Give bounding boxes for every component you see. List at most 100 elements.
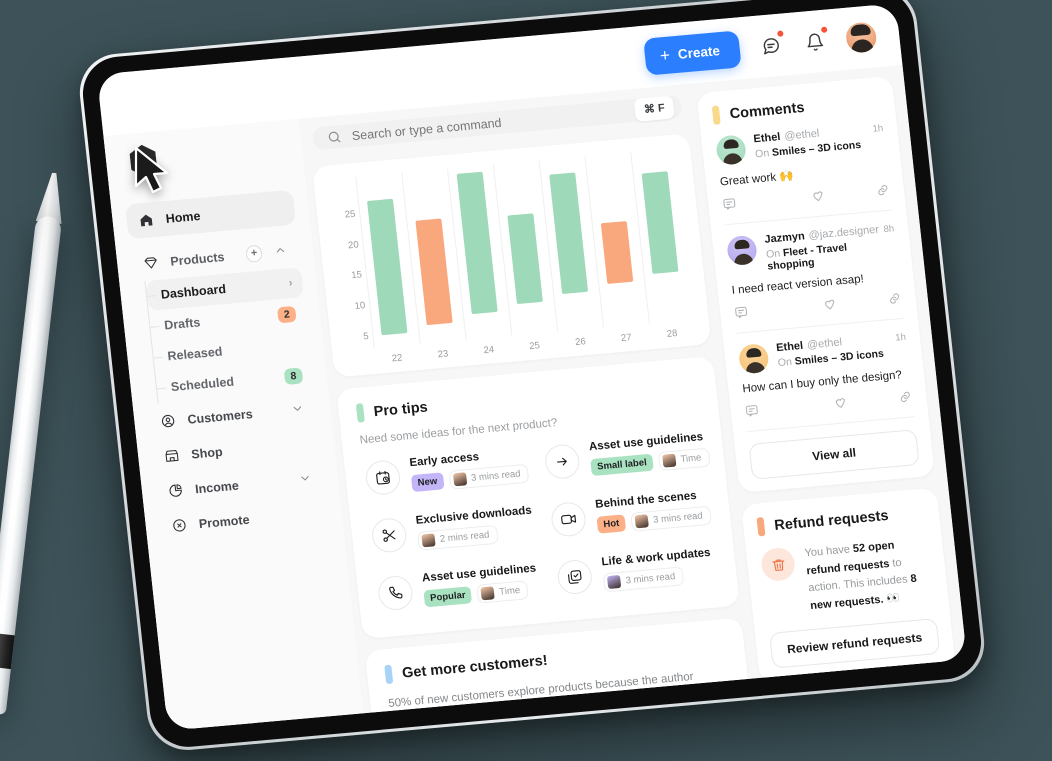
link-icon[interactable] [878, 389, 914, 411]
refund-title: Refund requests [773, 507, 890, 534]
comment-author-avatar[interactable] [726, 234, 759, 267]
pro-tip-meta: New 3 mins read [410, 463, 530, 493]
chart-y-tick: 5 [362, 330, 370, 343]
calendar-clock-icon [364, 459, 402, 497]
create-button[interactable]: + Create [643, 29, 742, 76]
comment-on-prefix: On [754, 146, 773, 161]
pro-tip-read-label: Time [679, 452, 702, 466]
promo-accent-bar [384, 664, 394, 685]
pro-tip-author-avatar [607, 574, 622, 590]
comment-item: Jazmyn @jaz.designer 8h On Fleet - Travel s… [724, 210, 904, 334]
pencil-band [0, 632, 15, 670]
chevron-up-icon[interactable] [272, 244, 288, 259]
pro-tip-item[interactable]: Early access New 3 mins read [361, 438, 532, 506]
plus-icon: + [658, 45, 671, 65]
sidebar-item-home-label: Home [164, 208, 202, 226]
chart-bar[interactable] [549, 172, 588, 295]
home-icon [137, 211, 156, 229]
sidebar-item-shop-label: Shop [190, 444, 224, 462]
target-icon [170, 516, 189, 534]
sidebar-item-released-label: Released [166, 344, 224, 364]
refund-summary: You have 52 open refund requests to acti… [759, 534, 935, 619]
pro-tip-item[interactable]: Asset use guidelines Small label Time [541, 422, 714, 491]
sidebar-item-scheduled-label: Scheduled [170, 374, 235, 395]
comment-author-name: Ethel [752, 131, 782, 146]
link-icon[interactable] [867, 291, 903, 313]
heart-icon[interactable] [790, 294, 869, 320]
chart-bar[interactable] [600, 220, 634, 284]
tablet-frame: + Create Home Products + Dashboard › Dra… [75, 0, 989, 754]
analytics-chart-card: 5 10 15 20 25 22 23 24 25 26 27 28 [311, 133, 712, 378]
chart-y-tick: 15 [350, 269, 363, 282]
chart-bar[interactable] [415, 218, 453, 325]
comment-author-name: Ethel [775, 339, 804, 355]
sidebar-item-dashboard-label: Dashboard [160, 281, 227, 302]
chart-x-label: 22 [391, 352, 404, 365]
reply-icon[interactable] [744, 399, 803, 423]
mouse-cursor [134, 146, 169, 194]
heart-icon[interactable] [801, 392, 880, 418]
reply-icon[interactable] [722, 192, 781, 216]
sidebar-item-customers-label: Customers [186, 406, 254, 427]
store-icon [162, 447, 181, 465]
sidebar-subnav: Dashboard › Drafts 2 Released Scheduled … [144, 267, 315, 405]
pro-tip-pill: New [410, 472, 445, 493]
sidebar-group-products-label: Products [169, 249, 226, 269]
comment-author-name: Jazmyn [763, 230, 806, 246]
pro-tip-read-time: 3 mins read [602, 566, 685, 593]
tablet-device: + Create Home Products + Dashboard › Dra… [75, 0, 989, 754]
comment-actions [722, 183, 891, 217]
drafts-count-badge: 2 [276, 305, 297, 324]
pro-tip-meta: Hot 3 mins read [596, 505, 712, 535]
comment-actions [744, 389, 913, 423]
stylus-pencil [0, 215, 62, 715]
pro-tip-item[interactable]: Behind the scenes Hot 3 mins read [547, 479, 720, 548]
refund-accent-bar [756, 516, 766, 537]
chart-y-tick: 20 [347, 239, 360, 251]
search-shortcut-key: ⌘ F [633, 95, 675, 122]
messages-icon[interactable] [756, 29, 785, 59]
view-all-comments-button[interactable]: View all [748, 429, 920, 480]
chevron-down-icon[interactable] [289, 402, 305, 417]
user-avatar[interactable] [843, 20, 879, 55]
heart-icon[interactable] [779, 186, 858, 212]
search-icon [326, 129, 343, 145]
pie-chart-icon [166, 481, 185, 499]
pro-tip-item[interactable]: Life & work updates 3 mins read [553, 537, 726, 606]
pro-tip-meta: 2 mins read [417, 521, 535, 551]
app-screen: + Create Home Products + Dashboard › Dra… [96, 3, 968, 731]
arrow-right-icon [543, 443, 582, 481]
pro-tips-title: Pro tips [372, 398, 429, 420]
phone-icon [376, 574, 415, 612]
chart-x-label: 28 [666, 327, 678, 340]
pro-tip-meta: Small label Time [590, 447, 711, 477]
messages-unread-dot [775, 29, 785, 38]
user-circle-icon [159, 412, 178, 430]
comment-author-avatar[interactable] [715, 134, 748, 166]
bell-icon[interactable] [800, 25, 829, 56]
pro-tip-pill: Small label [590, 453, 654, 477]
review-refund-requests-button[interactable]: Review refund requests [769, 618, 941, 670]
comments-list: Ethel @ethel 1h On Smiles – 3D icons Great w… [713, 109, 915, 433]
add-product-button[interactable]: + [245, 244, 263, 263]
main-content: ⌘ F 5 10 15 20 25 22 23 24 25 26 27 28 [299, 83, 760, 714]
bar-chart: 5 10 15 20 25 22 23 24 25 26 27 28 [329, 149, 694, 369]
tablet-bezel: + Create Home Products + Dashboard › Dra… [79, 0, 985, 751]
pro-tip-item[interactable]: Asset use guidelines Popular Time [374, 553, 545, 621]
chart-bar[interactable] [507, 213, 543, 305]
sidebar-item-drafts-label: Drafts [163, 315, 202, 333]
income-chevron-down-icon[interactable] [297, 471, 313, 486]
chart-bar[interactable] [456, 171, 498, 315]
chart-bar[interactable] [367, 198, 408, 335]
comment-time: 1h [872, 122, 884, 135]
pro-tip-meta: 3 mins read [602, 564, 714, 593]
scene: + Create Home Products + Dashboard › Dra… [0, 0, 1052, 761]
chart-bar[interactable] [641, 170, 679, 274]
comment-author-avatar[interactable] [737, 343, 770, 375]
video-camera-icon [549, 500, 588, 538]
reply-icon[interactable] [733, 301, 792, 325]
pro-tip-item[interactable]: Exclusive downloads 2 mins read [367, 495, 538, 563]
refund-text-1: You have [803, 543, 854, 560]
pro-tip-meta: Popular Time [423, 579, 539, 608]
link-icon[interactable] [856, 183, 892, 205]
